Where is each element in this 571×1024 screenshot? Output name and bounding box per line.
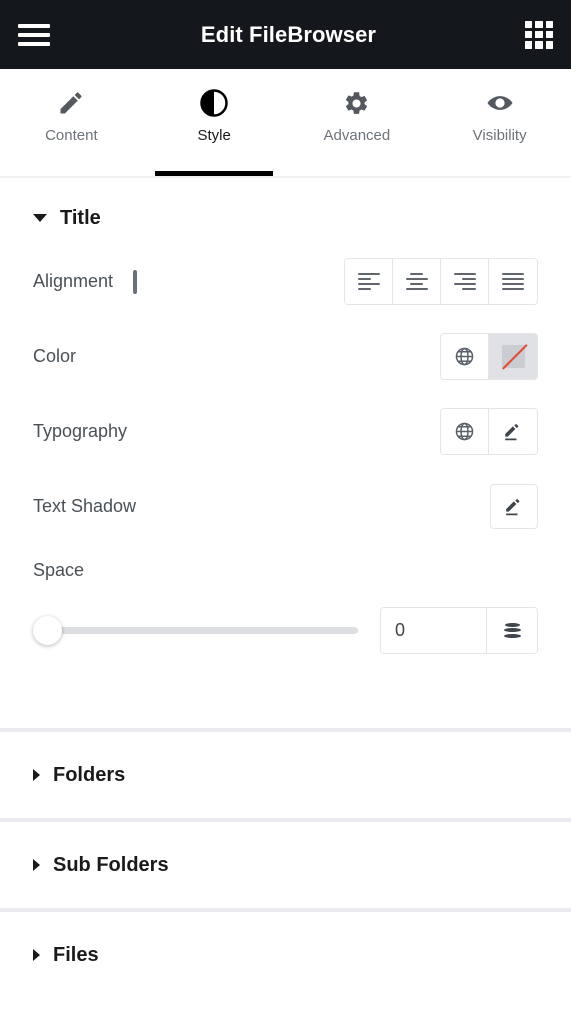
section-bottom-spacer <box>33 668 538 728</box>
section-title: Title Alignment <box>0 178 571 728</box>
slider-track[interactable] <box>45 627 358 634</box>
desktop-monitor-icon[interactable] <box>133 272 154 291</box>
globe-icon <box>454 346 475 367</box>
color-swatch-button[interactable] <box>489 334 537 379</box>
pencil-icon <box>57 88 85 118</box>
control-text-shadow: Text Shadow <box>33 469 538 544</box>
hamburger-icon[interactable] <box>18 22 52 48</box>
align-center-icon <box>406 273 428 291</box>
tab-label: Content <box>45 127 98 144</box>
chevron-right-icon <box>33 859 40 871</box>
section-title-label: Title <box>60 207 101 230</box>
tab-bar: Content Style Advanced <box>0 69 571 178</box>
space-units-button[interactable] <box>486 608 537 653</box>
typography-edit-button[interactable] <box>489 409 537 454</box>
align-left-icon <box>358 273 380 291</box>
tab-label: Advanced <box>324 127 391 144</box>
color-button-group <box>440 333 538 380</box>
tab-visibility[interactable]: Visibility <box>428 69 571 176</box>
control-alignment: Alignment <box>33 244 538 319</box>
align-justify-icon <box>502 273 524 291</box>
section-folders[interactable]: Folders <box>0 732 571 818</box>
page-title: Edit FileBrowser <box>52 22 525 48</box>
widget-settings-panel: Edit FileBrowser Content Style <box>0 0 571 1024</box>
section-title-label: Sub Folders <box>53 854 169 877</box>
tab-style[interactable]: Style <box>143 69 286 176</box>
contrast-icon <box>199 88 229 118</box>
globe-icon <box>454 421 475 442</box>
control-typography: Typography <box>33 394 538 469</box>
section-title-label: Files <box>53 944 99 967</box>
section-sub-folders[interactable]: Sub Folders <box>0 822 571 908</box>
units-stack-icon <box>503 623 521 638</box>
space-value-group <box>380 607 538 654</box>
control-label: Space <box>33 560 84 581</box>
section-files[interactable]: Files <box>0 912 571 998</box>
tab-label: Visibility <box>473 127 527 144</box>
hamburger-bar <box>18 42 50 46</box>
eye-icon <box>485 88 515 118</box>
control-space: Space <box>33 544 538 596</box>
tab-content[interactable]: Content <box>0 69 143 176</box>
tab-advanced[interactable]: Advanced <box>286 69 429 176</box>
space-slider-row <box>33 596 538 668</box>
text-shadow-edit-button[interactable] <box>490 484 538 529</box>
no-color-swatch-icon <box>502 345 525 368</box>
control-label: Text Shadow <box>33 496 136 517</box>
chevron-right-icon <box>33 949 40 961</box>
pencil-underline-icon <box>502 421 524 443</box>
control-label: Typography <box>33 421 127 442</box>
align-center-button[interactable] <box>393 259 441 304</box>
panel-header: Edit FileBrowser <box>0 0 571 69</box>
space-input[interactable] <box>381 608 486 653</box>
hamburger-bar <box>18 33 50 37</box>
gear-icon <box>343 88 370 118</box>
section-title-label: Folders <box>53 764 125 787</box>
control-label: Alignment <box>33 271 113 292</box>
chevron-down-icon <box>33 214 47 222</box>
slider-handle[interactable] <box>33 616 62 645</box>
align-right-button[interactable] <box>441 259 489 304</box>
grid-apps-icon[interactable] <box>525 21 553 49</box>
chevron-right-icon <box>33 769 40 781</box>
tab-label: Style <box>197 127 230 144</box>
alignment-button-group <box>344 258 538 305</box>
align-justify-button[interactable] <box>489 259 537 304</box>
pencil-underline-icon <box>503 496 525 518</box>
typography-button-group <box>440 408 538 455</box>
align-right-icon <box>454 273 476 291</box>
color-global-button[interactable] <box>441 334 489 379</box>
align-left-button[interactable] <box>345 259 393 304</box>
space-slider[interactable] <box>33 618 358 642</box>
hamburger-bar <box>18 24 50 28</box>
typography-global-button[interactable] <box>441 409 489 454</box>
control-color: Color <box>33 319 538 394</box>
control-label: Color <box>33 346 76 367</box>
section-title-header[interactable]: Title <box>33 178 538 244</box>
